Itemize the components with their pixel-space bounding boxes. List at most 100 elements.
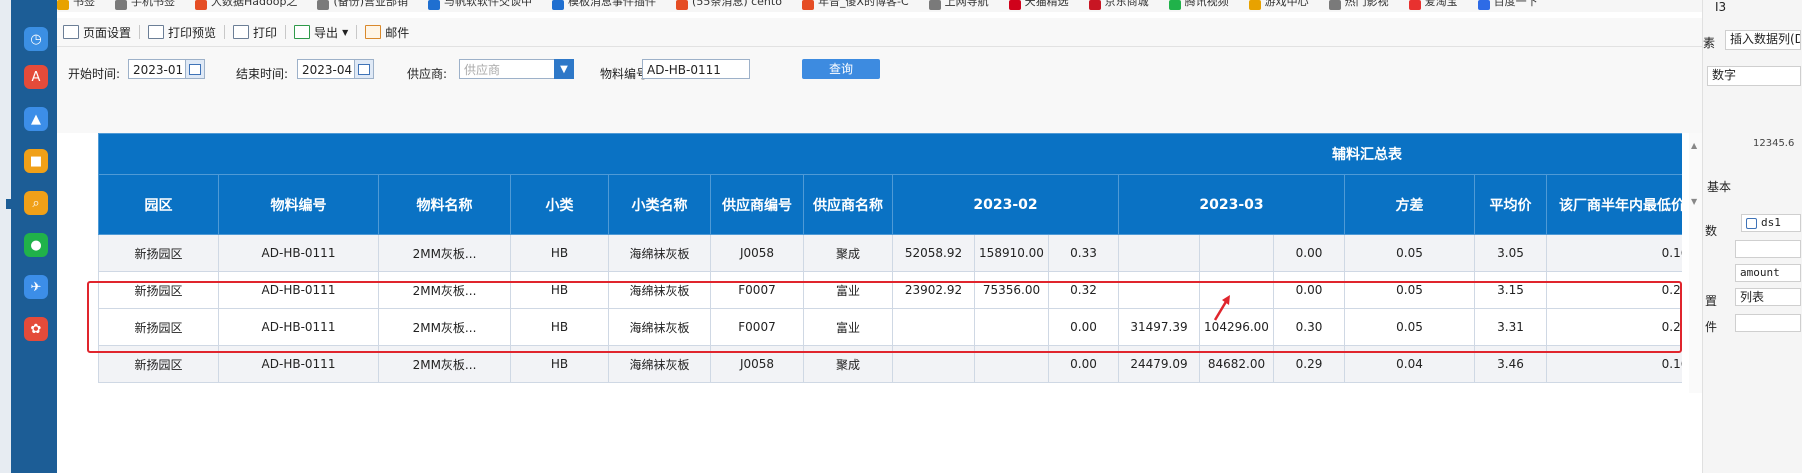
table-cell[interactable]: 0.05 — [1344, 308, 1475, 346]
table-cell[interactable]: 2MM灰板... — [378, 234, 511, 272]
table-cell[interactable]: 0.00 — [1273, 234, 1345, 272]
table-cell[interactable]: 3.05 — [1474, 234, 1547, 272]
table-cell[interactable]: 0.04 — [1344, 345, 1475, 383]
material-code-input[interactable]: AD-HB-0111 — [642, 59, 750, 79]
table-cell[interactable]: 0.32 — [1048, 271, 1119, 309]
start-time-input[interactable]: 2023-01 — [128, 59, 186, 79]
table-cell[interactable]: 31497.39 — [1118, 308, 1200, 346]
table-cell[interactable]: AD-HB-0111 — [218, 271, 379, 309]
wechat-icon[interactable]: ● — [24, 233, 48, 257]
table-cell[interactable]: 0.20 — [1546, 271, 1682, 309]
table-cell[interactable]: 0.30 — [1273, 308, 1345, 346]
table-cell[interactable]: 23902.92 — [892, 271, 975, 309]
bookmark-item[interactable]: 百度一下 — [1477, 0, 1538, 10]
clock-icon[interactable]: ◷ — [24, 27, 48, 51]
print-button[interactable]: 打印 — [227, 24, 283, 41]
print-preview-button[interactable]: 打印预览 — [142, 24, 222, 41]
app-icon[interactable]: ✿ — [24, 317, 48, 341]
table-cell[interactable]: AD-HB-0111 — [218, 308, 379, 346]
table-cell[interactable]: 新扬园区 — [98, 271, 219, 309]
table-cell[interactable]: 0.20 — [1546, 308, 1682, 346]
table-cell[interactable] — [1118, 271, 1200, 309]
table-cell[interactable]: 3.46 — [1474, 345, 1547, 383]
folder-icon[interactable]: ■ — [24, 149, 48, 173]
table-cell[interactable]: 海绵袜灰板 — [608, 308, 711, 346]
bookmark-item[interactable]: 腾讯视频 — [1168, 0, 1229, 10]
table-cell[interactable] — [892, 345, 975, 383]
bookmark-item[interactable]: 大数据Hadoop之 — [195, 0, 297, 10]
table-cell[interactable]: 52058.92 — [892, 234, 975, 272]
table-cell[interactable]: 2MM灰板... — [378, 271, 511, 309]
table-cell[interactable]: 聚成 — [803, 345, 893, 383]
bookmark-item[interactable]: (备份)营业部销 — [317, 0, 408, 10]
table-cell[interactable]: 3.31 — [1474, 308, 1547, 346]
table-cell[interactable]: 75356.00 — [974, 271, 1049, 309]
supplier-select[interactable]: 供应商 — [459, 59, 557, 79]
page-setup-button[interactable]: 页面设置 — [57, 24, 137, 41]
table-cell[interactable]: AD-HB-0111 — [218, 345, 379, 383]
table-cell[interactable]: HB — [510, 271, 609, 309]
table-scrollbar[interactable]: ▲ ▼ — [1689, 133, 1702, 393]
data-type-select[interactable]: 数字 — [1707, 66, 1801, 86]
table-cell[interactable]: 海绵袜灰板 — [608, 345, 711, 383]
table-cell[interactable]: 84682.00 — [1199, 345, 1274, 383]
bookmark-item[interactable]: 爱淘宝 — [1408, 0, 1458, 10]
table-cell[interactable]: F0007 — [710, 271, 804, 309]
calendar-icon[interactable] — [185, 59, 205, 79]
table-cell[interactable]: 0.00 — [1048, 308, 1119, 346]
table-cell[interactable]: 0.33 — [1048, 234, 1119, 272]
table-cell[interactable]: 0.00 — [1273, 271, 1345, 309]
table-cell[interactable]: J0058 — [710, 234, 804, 272]
calendar-icon[interactable] — [354, 59, 374, 79]
table-cell[interactable]: 3.15 — [1474, 271, 1547, 309]
table-cell[interactable]: AD-HB-0111 — [218, 234, 379, 272]
condition-field[interactable] — [1735, 314, 1801, 332]
table-cell[interactable] — [1199, 271, 1274, 309]
table-cell[interactable]: HB — [510, 345, 609, 383]
field-select[interactable]: amount — [1735, 264, 1801, 282]
table-cell[interactable] — [974, 308, 1049, 346]
table-cell[interactable]: 海绵袜灰板 — [608, 271, 711, 309]
table-cell[interactable]: 2MM灰板... — [378, 308, 511, 346]
tab-basic[interactable]: 基本 — [1707, 178, 1731, 195]
bookmark-item[interactable]: 上网导航 — [928, 0, 989, 10]
search-icon[interactable]: ⌕ — [24, 191, 48, 215]
search-button[interactable]: 查询 — [802, 59, 880, 79]
table-cell[interactable]: 0.29 — [1273, 345, 1345, 383]
insert-column-select[interactable]: 插入数据列(D — [1725, 30, 1801, 50]
table-cell[interactable]: 158910.00 — [974, 234, 1049, 272]
table-cell[interactable]: 新扬园区 — [98, 345, 219, 383]
pin-icon[interactable]: ✈ — [24, 275, 48, 299]
table-cell[interactable]: 0.16 — [1546, 345, 1682, 383]
table-cell[interactable]: 0.05 — [1344, 234, 1475, 272]
table-cell[interactable]: 富业 — [803, 308, 893, 346]
table-cell[interactable]: 0.00 — [1048, 345, 1119, 383]
table-cell[interactable]: 0.16 — [1546, 234, 1682, 272]
table-cell[interactable]: J0058 — [710, 345, 804, 383]
email-button[interactable]: 邮件 — [359, 24, 415, 41]
chevron-down-icon[interactable]: ▼ — [554, 59, 574, 79]
export-button[interactable]: 导出 ▼ — [288, 24, 354, 41]
pdf-icon[interactable]: A — [24, 65, 48, 89]
table-cell[interactable]: HB — [510, 308, 609, 346]
bookmark-item[interactable]: 模板消息事件插件 — [552, 0, 656, 10]
table-cell[interactable]: 2MM灰板... — [378, 345, 511, 383]
display-mode-select[interactable]: 列表 — [1735, 288, 1801, 306]
table-cell[interactable]: 104296.00 — [1199, 308, 1274, 346]
bookmark-item[interactable]: 与帆软软件交谈中 — [428, 0, 532, 10]
table-cell[interactable]: 新扬园区 — [98, 308, 219, 346]
dataset-select[interactable]: ds1 — [1741, 214, 1801, 232]
image-icon[interactable]: ▲ — [24, 107, 48, 131]
bookmark-item[interactable]: 游戏中心 — [1248, 0, 1309, 10]
table-cell[interactable]: 富业 — [803, 271, 893, 309]
bookmark-item[interactable]: 年音_傻X的博客-C — [801, 0, 909, 10]
table-cell[interactable]: 海绵袜灰板 — [608, 234, 711, 272]
table-cell[interactable] — [1118, 234, 1200, 272]
bookmark-item[interactable]: 天猫精选 — [1008, 0, 1069, 10]
end-time-input[interactable]: 2023-04 — [297, 59, 355, 79]
table-cell[interactable]: 24479.09 — [1118, 345, 1200, 383]
bookmark-item[interactable]: 京东商城 — [1088, 0, 1149, 10]
scroll-up-icon[interactable]: ▲ — [1691, 141, 1697, 150]
table-cell[interactable]: 聚成 — [803, 234, 893, 272]
blank-field[interactable] — [1735, 240, 1801, 258]
